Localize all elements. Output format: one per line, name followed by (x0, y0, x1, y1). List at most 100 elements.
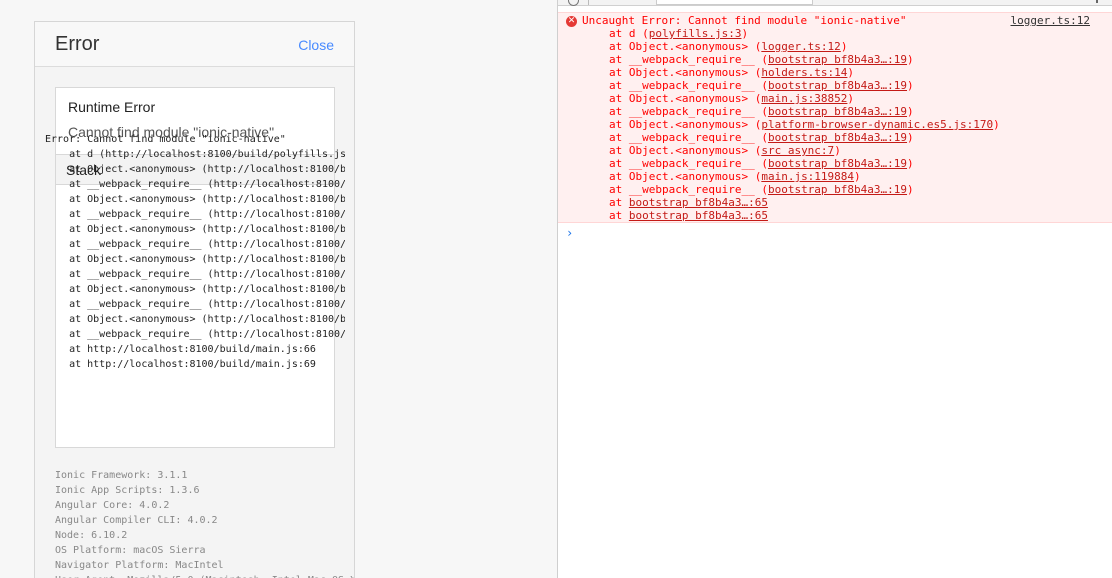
stack-line: at __webpack_require__ (http://localhost… (69, 269, 345, 280)
block-icon[interactable] (568, 0, 579, 6)
more-options-icon[interactable] (1096, 0, 1098, 3)
trace-source-link[interactable]: bootstrap bf8b4a3…:65 (629, 209, 768, 222)
console-trace-line: at __webpack_require__ (bootstrap bf8b4a… (609, 105, 1000, 118)
env-info-line: Navigator Platform: MacIntel (55, 560, 224, 571)
close-button[interactable]: Close (298, 37, 334, 53)
trace-prefix: at __webpack_require__ ( (609, 157, 768, 170)
trace-source-link[interactable]: polyfills.js:3 (649, 27, 742, 40)
stack-line: at __webpack_require__ (http://localhost… (69, 239, 345, 250)
trace-prefix: at __webpack_require__ ( (609, 79, 768, 92)
error-source-link[interactable]: logger.ts:12 (1011, 14, 1090, 27)
env-info-line: User Agent: Mozilla/5.0 (Macintosh; Inte… (55, 573, 354, 578)
trace-suffix: ) (907, 131, 914, 144)
stack-line: at __webpack_require__ (http://localhost… (69, 209, 345, 220)
trace-suffix: ) (907, 79, 914, 92)
trace-source-link[interactable]: bootstrap bf8b4a3…:19 (768, 105, 907, 118)
trace-source-link[interactable]: main.js:119884 (761, 170, 854, 183)
stack-trace: Error: Cannot find module "ionic-native"… (45, 132, 345, 372)
trace-source-link[interactable]: bootstrap bf8b4a3…:19 (768, 131, 907, 144)
env-info-line: OS Platform: macOS Sierra (55, 545, 206, 556)
trace-suffix: ) (854, 170, 861, 183)
console-trace-line: at __webpack_require__ (bootstrap bf8b4a… (609, 131, 1000, 144)
error-icon: ✕ (566, 16, 577, 27)
console-prompt[interactable]: › (566, 226, 573, 240)
filter-input[interactable] (656, 0, 813, 5)
console-trace-line: at Object.<anonymous> (main.js:38852) (609, 92, 1000, 105)
console-trace-line: at Object.<anonymous> (platform-browser-… (609, 118, 1000, 131)
trace-suffix: ) (907, 183, 914, 196)
modal-title: Error (55, 33, 100, 55)
env-info-line: Node: 6.10.2 (55, 530, 128, 541)
console-trace-line: at Object.<anonymous> (logger.ts:12) (609, 40, 1000, 53)
trace-source-link[interactable]: holders.ts:14 (761, 66, 847, 79)
runtime-error-title: Runtime Error (68, 99, 156, 115)
env-info-line: Ionic Framework: 3.1.1 (55, 470, 188, 481)
env-info-line: Ionic App Scripts: 1.3.6 (55, 485, 200, 496)
stack-line: at __webpack_require__ (http://localhost… (69, 179, 345, 190)
trace-prefix: at Object.<anonymous> ( (609, 92, 762, 105)
trace-suffix: ) (840, 40, 848, 53)
console-trace-line: at __webpack_require__ (bootstrap bf8b4a… (609, 79, 1000, 92)
trace-prefix: at Object.<anonymous> ( (609, 144, 762, 157)
stack-line: at Object.<anonymous> (http://localhost:… (69, 254, 345, 265)
stack-line: at __webpack_require__ (http://localhost… (69, 299, 345, 310)
console-trace-line: at __webpack_require__ (bootstrap bf8b4a… (609, 183, 1000, 196)
trace-prefix: at Object.<anonymous> ( (609, 66, 762, 79)
stack-line: at d (http://localhost:8100/build/polyfi… (45, 149, 345, 160)
trace-source-link[interactable]: bootstrap bf8b4a3…:19 (768, 183, 907, 196)
error-modal: Error Close Runtime Error Cannot find mo… (34, 21, 355, 578)
trace-suffix: ) (834, 144, 841, 157)
trace-prefix: at __webpack_require__ ( (609, 53, 768, 66)
console-trace-line: at bootstrap bf8b4a3…:65 (609, 209, 1000, 222)
stack-line: at http://localhost:8100/build/main.js:6… (45, 359, 316, 370)
stack-line: Error: Cannot find module "ionic-native" (45, 134, 286, 145)
devtools-console: ✕ Uncaught Error: Cannot find module "io… (557, 0, 1112, 578)
stack-line: at Object.<anonymous> (http://localhost:… (69, 164, 345, 175)
ionic-error-overlay: Error Close Runtime Error Cannot find mo… (0, 0, 557, 578)
trace-suffix: ) (847, 92, 855, 105)
trace-suffix: ) (993, 118, 1000, 131)
trace-suffix: ) (741, 27, 749, 40)
console-trace-line: at __webpack_require__ (bootstrap bf8b4a… (609, 53, 1000, 66)
console-error-entry: ✕ Uncaught Error: Cannot find module "io… (558, 12, 1112, 223)
trace-prefix: at (609, 196, 629, 209)
modal-header: Error Close (35, 22, 354, 67)
trace-prefix: at Object.<anonymous> ( (609, 118, 762, 131)
stack-line: at Object.<anonymous> (http://localhost:… (69, 224, 345, 235)
trace-source-link[interactable]: src async:7 (761, 144, 834, 157)
stack-line: at Object.<anonymous> (http://localhost:… (69, 194, 345, 205)
console-trace: at d (polyfills.js:3) at Object.<anonymou… (609, 27, 1000, 222)
stack-line: at Object.<anonymous> (http://localhost:… (69, 314, 345, 325)
trace-prefix: at d ( (609, 27, 649, 40)
stack-line: at http://localhost:8100/build/main.js:6… (45, 344, 316, 355)
trace-prefix: at (609, 209, 629, 222)
trace-suffix: ) (847, 66, 855, 79)
environment-info: Ionic Framework: 3.1.1 Ionic App Scripts:… (55, 468, 354, 578)
console-trace-line: at d (polyfills.js:3) (609, 27, 1000, 40)
trace-prefix: at Object.<anonymous> ( (609, 170, 762, 183)
console-trace-line: at Object.<anonymous> (main.js:119884) (609, 170, 1000, 183)
trace-source-link[interactable]: bootstrap bf8b4a3…:65 (629, 196, 768, 209)
trace-prefix: at Object.<anonymous> ( (609, 40, 762, 53)
console-error-message: Uncaught Error: Cannot find module "ioni… (582, 14, 907, 27)
console-toolbar (558, 0, 1112, 6)
console-trace-line: at Object.<anonymous> (holders.ts:14) (609, 66, 1000, 79)
trace-prefix: at __webpack_require__ ( (609, 131, 768, 144)
trace-prefix: at __webpack_require__ ( (609, 105, 768, 118)
trace-source-link[interactable]: platform-browser-dynamic.es5.js:170 (761, 118, 993, 131)
env-info-line: Angular Compiler CLI: 4.0.2 (55, 515, 218, 526)
trace-suffix: ) (907, 157, 914, 170)
stack-line: at __webpack_require__ (http://localhost… (69, 329, 345, 340)
trace-suffix: ) (907, 53, 914, 66)
toolbar-divider (588, 0, 589, 5)
trace-source-link[interactable]: main.js:38852 (761, 92, 847, 105)
console-trace-line: at __webpack_require__ (bootstrap bf8b4a… (609, 157, 1000, 170)
trace-prefix: at __webpack_require__ ( (609, 183, 768, 196)
trace-source-link[interactable]: bootstrap bf8b4a3…:19 (768, 79, 907, 92)
trace-suffix: ) (907, 105, 914, 118)
stack-line: at Object.<anonymous> (http://localhost:… (69, 284, 345, 295)
trace-source-link[interactable]: logger.ts:12 (761, 40, 840, 53)
trace-source-link[interactable]: bootstrap bf8b4a3…:19 (768, 157, 907, 170)
trace-source-link[interactable]: bootstrap bf8b4a3…:19 (768, 53, 907, 66)
console-trace-line: at Object.<anonymous> (src async:7) (609, 144, 1000, 157)
